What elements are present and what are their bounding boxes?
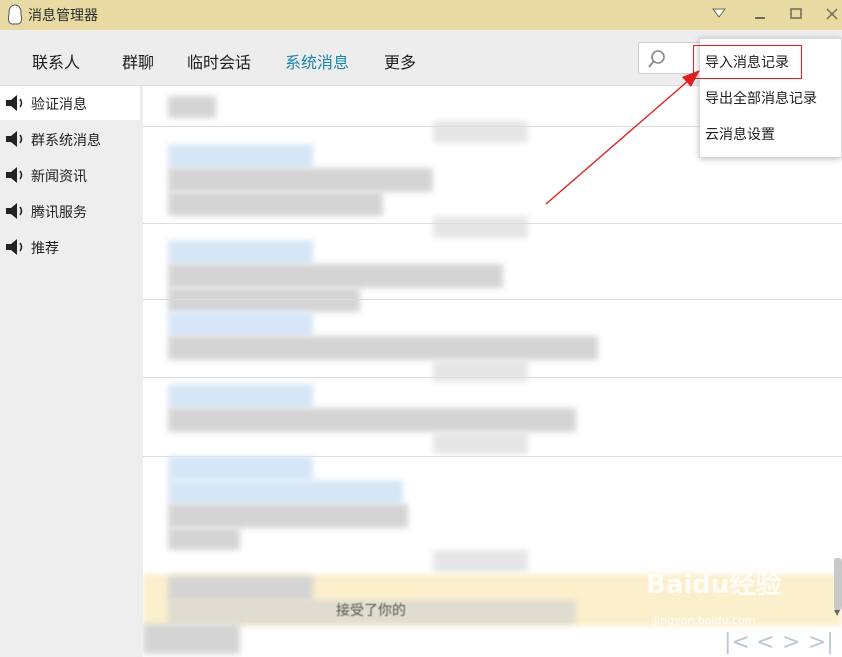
sidebar-item-news[interactable]: 新闻资讯 <box>0 158 140 192</box>
speaker-icon <box>6 203 23 219</box>
watermark-brand: Baidu经验 <box>646 570 782 600</box>
title-bar: 消息管理器 <box>0 0 842 30</box>
baidu-watermark: Baidu经验 jingyan.baidu.com <box>640 562 840 632</box>
blurred-content <box>168 264 503 288</box>
sidebar-item-label: 腾讯服务 <box>31 205 87 221</box>
blurred-content <box>433 432 528 454</box>
speaker-icon <box>6 239 23 255</box>
blurred-content <box>168 312 313 336</box>
menu-item-label: 云消息设置 <box>705 127 775 143</box>
blurred-content <box>143 624 240 654</box>
window-title: 消息管理器 <box>28 8 98 24</box>
divider <box>143 377 842 378</box>
speaker-icon <box>6 131 23 147</box>
close-icon[interactable] <box>820 3 842 25</box>
menu-item-cloud-settings[interactable]: 云消息设置 <box>700 116 841 152</box>
blurred-content <box>168 504 408 528</box>
qq-penguin-icon <box>7 4 23 25</box>
blurred-content <box>168 384 313 408</box>
message-fragment: 接受了你的 <box>336 603 406 619</box>
sidebar-item-group-system[interactable]: 群系统消息 <box>0 122 140 156</box>
dropdown-triangle-icon[interactable] <box>707 3 731 25</box>
blurred-content <box>433 121 528 143</box>
blurred-content <box>168 144 313 168</box>
tab-group-chat[interactable]: 群聊 <box>122 49 154 73</box>
blurred-content <box>433 550 528 572</box>
menu-item-export-all-records[interactable]: 导出全部消息记录 <box>700 80 841 116</box>
blurred-content <box>168 576 313 600</box>
sidebar-item-label: 验证消息 <box>31 97 87 113</box>
blurred-content <box>168 336 598 360</box>
scroll-down-icon[interactable]: ▼ <box>834 608 842 618</box>
tab-temp-session[interactable]: 临时会话 <box>187 49 251 73</box>
blurred-content <box>168 168 433 192</box>
menu-item-label: 导出全部消息记录 <box>705 91 817 107</box>
blurred-content <box>168 96 216 118</box>
tab-more[interactable]: 更多 <box>384 49 416 73</box>
sidebar-item-tencent-service[interactable]: 腾讯服务 <box>0 194 140 228</box>
scrollbar-thumb[interactable] <box>834 558 842 610</box>
tab-system-messages[interactable]: 系统消息 <box>285 49 349 73</box>
blurred-content <box>433 216 528 238</box>
prev-page-icon[interactable]: < <box>756 630 774 655</box>
sidebar-item-verification[interactable]: 验证消息 <box>0 86 140 120</box>
blurred-content <box>168 528 240 550</box>
watermark-url: jingyan.baidu.com <box>654 614 756 627</box>
last-page-icon[interactable]: >| <box>808 630 834 655</box>
blurred-content <box>168 456 313 480</box>
annotation-arrow <box>545 70 700 205</box>
sidebar-item-label: 新闻资讯 <box>31 169 87 185</box>
sidebar-item-label: 推荐 <box>31 241 59 257</box>
pager: |< < > >| <box>722 630 842 657</box>
first-page-icon[interactable]: |< <box>724 630 750 655</box>
divider <box>143 223 842 224</box>
blurred-content <box>168 192 383 216</box>
speaker-icon <box>6 167 23 183</box>
blurred-content <box>168 408 576 432</box>
divider <box>143 299 842 300</box>
blurred-content <box>168 288 360 312</box>
sidebar-item-recommend[interactable]: 推荐 <box>0 230 140 264</box>
tab-contacts[interactable]: 联系人 <box>32 49 80 73</box>
blurred-content <box>168 480 403 504</box>
sidebar: 验证消息 群系统消息 新闻资讯 腾讯服务 推荐 <box>0 86 143 657</box>
next-page-icon[interactable]: > <box>782 630 800 655</box>
maximize-icon[interactable] <box>784 3 808 25</box>
sidebar-item-label: 群系统消息 <box>31 133 101 149</box>
minimize-icon[interactable] <box>748 3 772 25</box>
blurred-content <box>168 240 313 264</box>
blurred-content <box>433 360 528 382</box>
speaker-icon <box>6 95 23 111</box>
